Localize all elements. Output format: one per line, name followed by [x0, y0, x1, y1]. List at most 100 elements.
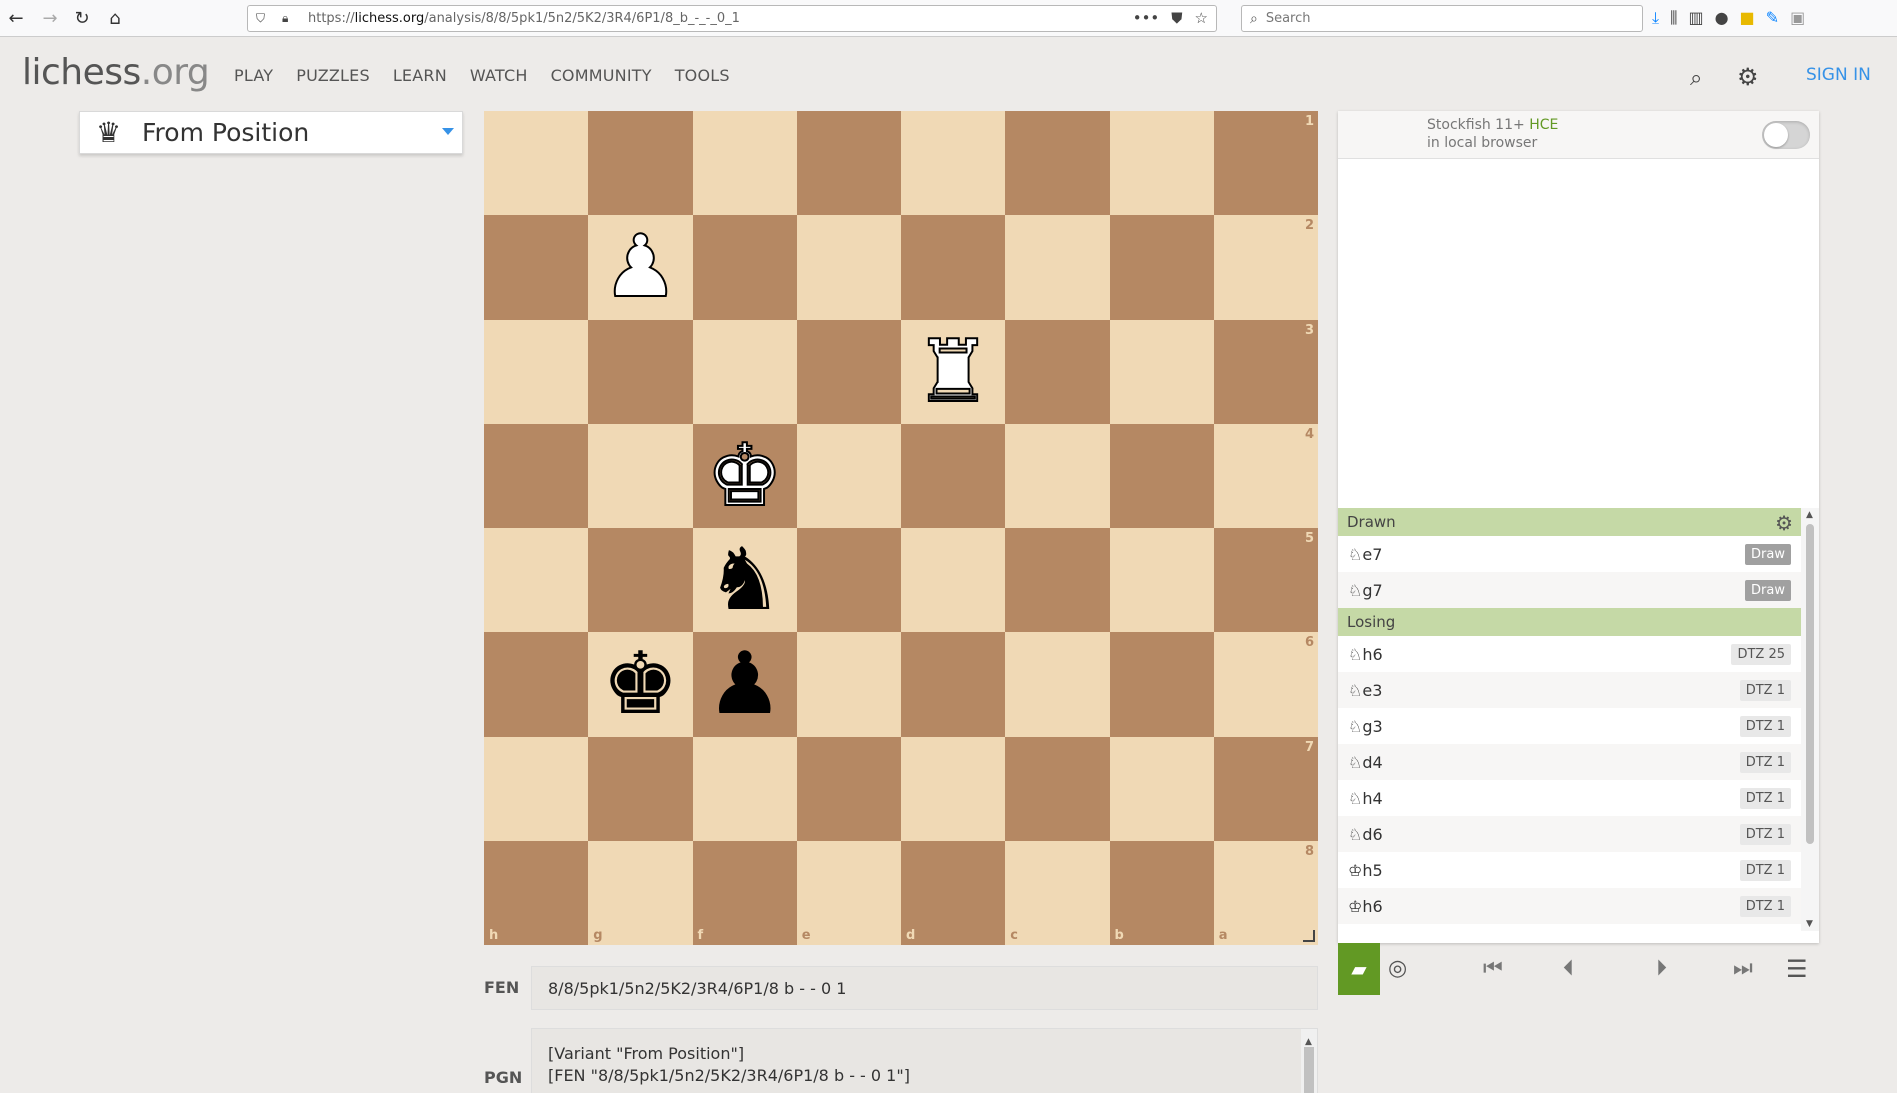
square-c6[interactable] — [1005, 632, 1110, 737]
square-d6[interactable] — [901, 632, 1006, 737]
square-d7[interactable] — [901, 736, 1006, 841]
square-e6[interactable] — [796, 632, 901, 737]
square-c4[interactable] — [1005, 423, 1110, 528]
square-g4[interactable] — [588, 423, 693, 528]
extension-icon[interactable]: ■ — [1740, 8, 1755, 28]
square-b6[interactable] — [1109, 632, 1214, 737]
square-a6[interactable]: 6 — [1213, 632, 1318, 737]
addon-icon[interactable]: ▣ — [1790, 8, 1805, 28]
square-d8[interactable]: d — [901, 840, 1006, 945]
library-icon[interactable]: ⫼ — [1670, 8, 1677, 28]
browser-search-input[interactable]: ⌕ Search — [1241, 5, 1643, 32]
square-c2[interactable] — [1005, 215, 1110, 320]
white-pawn[interactable]: ♟ — [601, 223, 680, 311]
square-a8[interactable]: 8a — [1213, 840, 1318, 945]
tablebase-move-row[interactable]: ♘d4 DTZ 1 — [1338, 744, 1801, 780]
square-c8[interactable]: c — [1005, 840, 1110, 945]
nav-play[interactable]: PLAY — [234, 66, 273, 85]
black-knight[interactable]: ♞ — [706, 537, 783, 623]
prev-move-icon[interactable]: ⏴ — [1563, 956, 1574, 981]
tablebase-move-row[interactable]: ♘d6 DTZ 1 — [1338, 816, 1801, 852]
square-e5[interactable] — [796, 528, 901, 633]
tablebase-move-row[interactable]: ♔h6 DTZ 1 — [1338, 888, 1801, 924]
last-move-icon[interactable]: ⏭ — [1733, 956, 1753, 981]
tablebase-move-row[interactable]: ♘g7 Draw — [1338, 572, 1801, 608]
square-e3[interactable] — [796, 319, 901, 424]
nav-watch[interactable]: WATCH — [470, 66, 528, 85]
tablebase-move-row[interactable]: ♘h6 DTZ 25 — [1338, 636, 1801, 672]
square-a4[interactable]: 4 — [1213, 423, 1318, 528]
square-f1[interactable] — [692, 111, 797, 216]
pgn-scrollbar[interactable]: ▲ — [1301, 1029, 1317, 1093]
square-a3[interactable]: 3 — [1213, 319, 1318, 424]
square-e7[interactable] — [796, 736, 901, 841]
practice-target-icon[interactable]: ◎ — [1388, 956, 1407, 981]
forward-icon[interactable]: → — [38, 6, 62, 30]
square-g5[interactable] — [588, 528, 693, 633]
square-e8[interactable]: e — [796, 840, 901, 945]
square-b8[interactable]: b — [1109, 840, 1214, 945]
square-d4[interactable] — [901, 423, 1006, 528]
nav-learn[interactable]: LEARN — [393, 66, 447, 85]
back-icon[interactable]: ← — [4, 6, 28, 30]
account-icon[interactable]: ● — [1715, 8, 1729, 28]
home-icon[interactable]: ⌂ — [103, 6, 127, 30]
tablebase-move-row[interactable]: ♔f7DTZ 1 — [1338, 924, 1801, 931]
square-f6[interactable]: ♟ — [692, 632, 797, 737]
gear-icon[interactable]: ⚙ — [1737, 63, 1759, 91]
menu-icon[interactable]: ☰ — [1786, 955, 1808, 983]
url-bar[interactable]: ⛉ 🔒︎ https://lichess.org/analysis/8/8/5p… — [247, 5, 1217, 32]
square-h5[interactable] — [484, 528, 589, 633]
tablebase-move-row[interactable]: ♘h4 DTZ 1 — [1338, 780, 1801, 816]
board-resize-handle[interactable] — [1303, 930, 1315, 942]
tablebase-move-row[interactable]: ♘g3 DTZ 1 — [1338, 708, 1801, 744]
square-d2[interactable] — [901, 215, 1006, 320]
square-h1[interactable] — [484, 111, 589, 216]
sign-in-link[interactable]: SIGN IN — [1806, 65, 1871, 85]
square-g7[interactable] — [588, 736, 693, 841]
square-e2[interactable] — [796, 215, 901, 320]
white-rook[interactable]: ♜ — [914, 328, 993, 416]
sidebar-icon[interactable]: ▥ — [1688, 8, 1703, 28]
square-h7[interactable] — [484, 736, 589, 841]
square-f3[interactable] — [692, 319, 797, 424]
search-icon[interactable]: ⌕ — [1690, 66, 1702, 91]
square-e4[interactable] — [796, 423, 901, 528]
square-g3[interactable] — [588, 319, 693, 424]
square-b3[interactable] — [1109, 319, 1214, 424]
chess-board[interactable]: 1 ♟ 2 ♜ 3 ♚ 4 ♞ 5 ♚ ♟ 6 7 h g f e d c b 8 a — [484, 111, 1318, 945]
square-b7[interactable] — [1109, 736, 1214, 841]
square-h4[interactable] — [484, 423, 589, 528]
square-a2[interactable]: 2 — [1213, 215, 1318, 320]
square-b2[interactable] — [1109, 215, 1214, 320]
black-king[interactable]: ♚ — [602, 641, 679, 727]
nav-puzzles[interactable]: PUZZLES — [296, 66, 370, 85]
shield-icon[interactable]: ⛉ — [256, 11, 272, 26]
engine-toggle[interactable] — [1762, 121, 1810, 149]
square-d3[interactable]: ♜ — [901, 319, 1006, 424]
square-h3[interactable] — [484, 319, 589, 424]
fen-input[interactable]: 8/8/5pk1/5n2/5K2/3R4/6P1/8 b - - 0 1 — [531, 966, 1318, 1010]
square-b1[interactable] — [1109, 111, 1214, 216]
pocket-icon[interactable]: ⛊ — [1171, 9, 1182, 27]
square-g6[interactable]: ♚ — [588, 632, 693, 737]
square-a5[interactable]: 5 — [1213, 528, 1318, 633]
square-c7[interactable] — [1005, 736, 1110, 841]
tablebase-move-row[interactable]: ♔h5 DTZ 1 — [1338, 852, 1801, 888]
square-h2[interactable] — [484, 215, 589, 320]
tool-icon[interactable]: ✎ — [1766, 8, 1779, 28]
nav-community[interactable]: COMMUNITY — [551, 66, 652, 85]
lock-icon[interactable]: 🔒︎ — [282, 11, 302, 26]
square-f8[interactable]: f — [692, 840, 797, 945]
variant-select[interactable]: ♛ From Position — [79, 111, 463, 154]
tablebase-move-row[interactable]: ♘e7 Draw — [1338, 536, 1801, 572]
square-a1[interactable]: 1 — [1213, 111, 1318, 216]
square-g2[interactable]: ♟ — [588, 215, 693, 320]
square-f5[interactable]: ♞ — [692, 528, 797, 633]
square-c3[interactable] — [1005, 319, 1110, 424]
square-h6[interactable] — [484, 632, 589, 737]
tablebase-scrollbar[interactable]: ▲ ▼ — [1801, 508, 1819, 931]
pgn-textarea[interactable]: [Variant "From Position"] [FEN "8/8/5pk1… — [531, 1028, 1318, 1093]
white-king[interactable]: ♚ — [705, 432, 784, 520]
square-b4[interactable] — [1109, 423, 1214, 528]
